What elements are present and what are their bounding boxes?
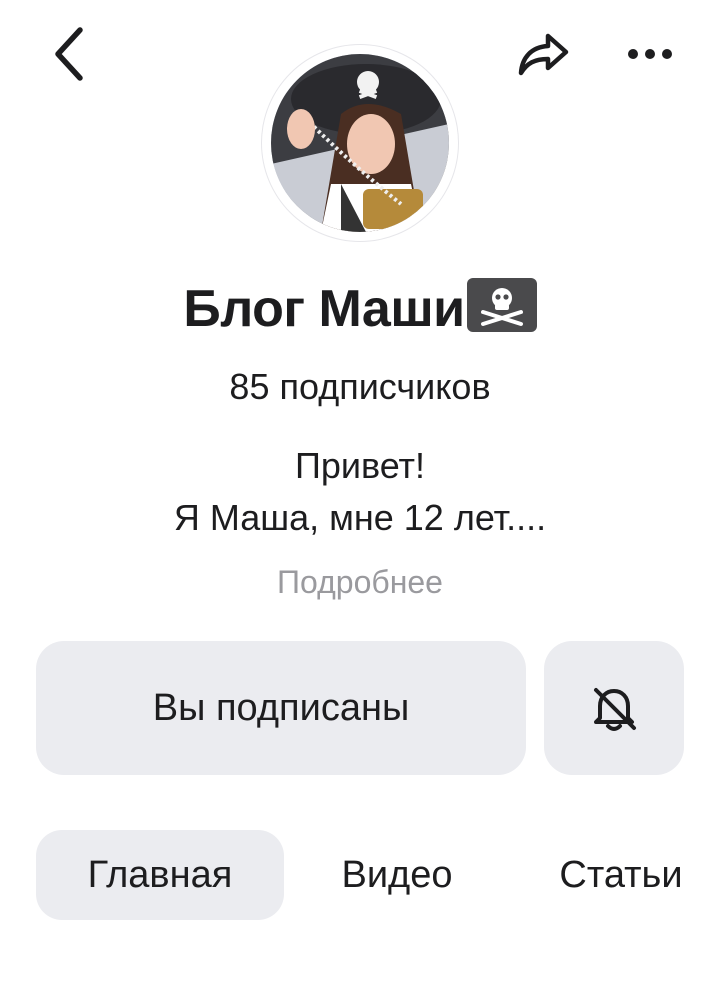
channel-title: Блог Маши	[0, 278, 720, 339]
subscribed-button-label: Вы подписаны	[152, 686, 410, 729]
channel-title-text: Блог Маши	[183, 280, 465, 338]
tab-video-label: Видео	[341, 853, 453, 896]
tab-main-label: Главная	[87, 853, 233, 896]
more-options-button[interactable]	[618, 22, 682, 86]
tab-articles-label: Статьи	[559, 853, 683, 896]
more-dots-icon	[628, 49, 672, 59]
more-details-link[interactable]: Подробнее	[0, 562, 720, 602]
bell-off-icon	[594, 688, 636, 731]
tab-articles[interactable]: Статьи	[536, 830, 706, 920]
avatar	[271, 54, 449, 232]
avatar-photo	[271, 54, 449, 232]
back-button[interactable]	[38, 22, 102, 86]
pirate-flag-icon	[466, 278, 537, 332]
subscribed-button[interactable]: Вы подписаны	[36, 641, 526, 775]
share-arrow-icon	[518, 33, 569, 76]
description-line-2: Я Маша, мне 12 лет....	[173, 497, 547, 538]
channel-description: Привет! Я Маша, мне 12 лет....	[0, 440, 720, 544]
tab-main[interactable]: Главная	[36, 830, 284, 920]
description-line-1: Привет!	[294, 445, 426, 486]
chevron-left-icon	[55, 27, 83, 81]
tab-video[interactable]: Видео	[318, 830, 476, 920]
subscriber-count: 85 подписчиков	[229, 366, 491, 407]
avatar-ring[interactable]	[262, 45, 458, 241]
notifications-button[interactable]	[544, 641, 684, 775]
share-button[interactable]	[508, 22, 578, 86]
